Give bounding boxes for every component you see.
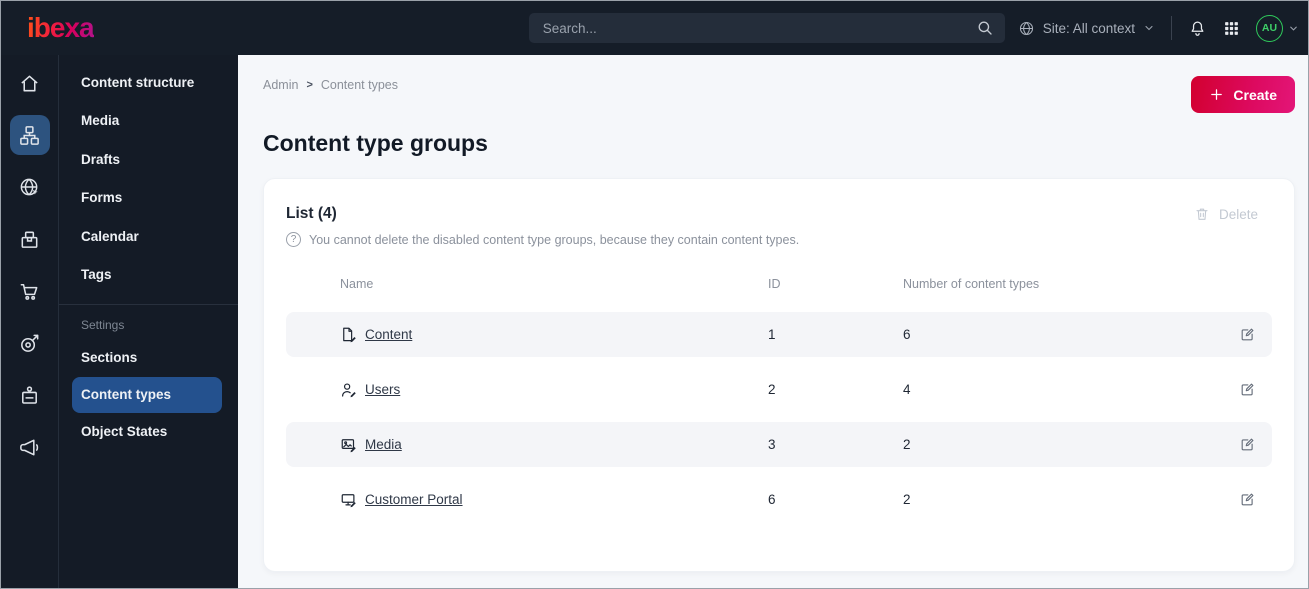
group-id: 1 bbox=[768, 327, 776, 342]
column-header-name: Name bbox=[340, 277, 374, 291]
group-count: 2 bbox=[903, 437, 911, 452]
group-count: 2 bbox=[903, 492, 911, 507]
breadcrumb: Admin > Content types bbox=[263, 76, 398, 92]
delete-button-label: Delete bbox=[1218, 206, 1258, 222]
breadcrumb-current: Content types bbox=[320, 78, 399, 92]
rail-personalization-icon[interactable] bbox=[10, 323, 50, 363]
rail-product-catalog-icon[interactable] bbox=[10, 219, 50, 259]
group-name-link[interactable]: Content bbox=[365, 327, 412, 342]
content-type-groups-card: List (4) Delete ? You cannot delete the … bbox=[263, 178, 1295, 572]
user-menu[interactable]: AU bbox=[1256, 14, 1299, 42]
sidebar-menu: Content structure Media Drafts Forms Cal… bbox=[59, 55, 238, 588]
table-row: Customer Portal 6 2 bbox=[286, 477, 1272, 522]
group-name-link[interactable]: Media bbox=[365, 437, 402, 452]
column-header-id: ID bbox=[768, 277, 781, 291]
rail-content-tree-icon[interactable] bbox=[9, 115, 50, 155]
sidebar-item-content-types[interactable]: Content types bbox=[72, 376, 222, 413]
notifications-bell-icon[interactable] bbox=[1188, 19, 1207, 38]
sidebar-item-content-structure[interactable]: Content structure bbox=[59, 63, 238, 102]
help-row: ? You cannot delete the disabled content… bbox=[286, 232, 1272, 247]
table-row: Content 1 6 bbox=[286, 312, 1272, 357]
breadcrumb-admin[interactable]: Admin bbox=[263, 78, 298, 92]
app-window: ibexa Site: All context bbox=[0, 0, 1309, 589]
sidebar-item-object-states[interactable]: Object States bbox=[59, 413, 238, 452]
search-icon[interactable] bbox=[976, 19, 994, 37]
avatar: AU bbox=[1256, 14, 1283, 42]
column-header-count: Number of content types bbox=[903, 277, 1040, 291]
sidebar-item-media[interactable]: Media bbox=[59, 102, 238, 141]
global-search bbox=[528, 13, 1005, 43]
topbar-divider bbox=[1171, 16, 1172, 40]
top-bar: ibexa Site: All context bbox=[1, 1, 1308, 55]
search-input[interactable] bbox=[528, 13, 1005, 43]
sidebar-settings-header: Settings bbox=[81, 318, 125, 332]
monitor-icon bbox=[340, 491, 358, 509]
app-body: Content structure Media Drafts Forms Cal… bbox=[1, 55, 1308, 588]
table-header-row: Name ID Number of content types bbox=[286, 268, 1272, 300]
rail-home-icon[interactable] bbox=[10, 63, 50, 103]
main-header: Admin > Content types Create bbox=[263, 76, 1295, 113]
group-count: 4 bbox=[903, 382, 911, 397]
app-switcher-grid-icon[interactable] bbox=[1223, 20, 1240, 37]
sidebar-item-sections[interactable]: Sections bbox=[59, 338, 238, 377]
content-type-groups-table: Name ID Number of content types Content … bbox=[286, 268, 1272, 522]
chevron-down-icon bbox=[1143, 22, 1155, 34]
list-heading: List (4) bbox=[286, 205, 337, 222]
create-button-label: Create bbox=[1233, 86, 1277, 103]
rail-commerce-cart-icon[interactable] bbox=[10, 271, 50, 311]
page-title: Content type groups bbox=[263, 130, 488, 156]
group-id: 2 bbox=[768, 382, 776, 397]
group-name-link[interactable]: Users bbox=[365, 382, 400, 397]
group-count: 6 bbox=[903, 327, 911, 342]
edit-icon[interactable] bbox=[1239, 436, 1256, 453]
table-row: Media 3 2 bbox=[286, 422, 1272, 467]
rail-campaigns-megaphone-icon[interactable] bbox=[10, 427, 50, 467]
sidebar-item-drafts[interactable]: Drafts bbox=[59, 140, 238, 179]
rail-subscriptions-badge-icon[interactable] bbox=[10, 375, 50, 415]
group-id: 3 bbox=[768, 437, 776, 452]
breadcrumb-separator: > bbox=[306, 79, 313, 91]
sidebar-item-calendar[interactable]: Calendar bbox=[59, 217, 238, 256]
globe-icon bbox=[1018, 20, 1035, 37]
help-text: You cannot delete the disabled content t… bbox=[309, 232, 800, 247]
edit-icon[interactable] bbox=[1239, 491, 1256, 508]
user-icon bbox=[340, 381, 358, 399]
icon-rail bbox=[1, 55, 59, 588]
group-id: 6 bbox=[768, 492, 776, 507]
card-header: List (4) Delete bbox=[286, 179, 1272, 223]
image-icon bbox=[340, 436, 358, 454]
sidebar-item-forms[interactable]: Forms bbox=[59, 179, 238, 218]
trash-icon bbox=[1194, 206, 1210, 222]
table-row: Users 2 4 bbox=[286, 367, 1272, 412]
rail-site-icon[interactable] bbox=[10, 167, 50, 207]
help-icon: ? bbox=[286, 232, 301, 247]
ibexa-logo[interactable]: ibexa bbox=[27, 12, 95, 44]
content-file-icon bbox=[340, 326, 358, 344]
delete-button[interactable]: Delete bbox=[1194, 206, 1272, 222]
edit-icon[interactable] bbox=[1239, 326, 1256, 343]
group-name-link[interactable]: Customer Portal bbox=[365, 492, 463, 507]
create-button[interactable]: Create bbox=[1191, 76, 1295, 113]
plus-icon bbox=[1209, 87, 1224, 102]
chevron-down-icon bbox=[1288, 23, 1299, 34]
main-content: Admin > Content types Create Content typ… bbox=[238, 55, 1308, 588]
site-context-label: Site: All context bbox=[1042, 20, 1135, 36]
site-context-selector[interactable]: Site: All context bbox=[1018, 20, 1155, 37]
edit-icon[interactable] bbox=[1239, 381, 1256, 398]
sidebar-item-tags[interactable]: Tags bbox=[59, 256, 238, 295]
